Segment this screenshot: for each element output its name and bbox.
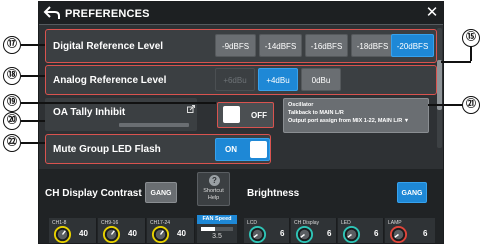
scrollbar[interactable] bbox=[437, 28, 442, 148]
analog-ref-option-plus6: +6dBu bbox=[215, 68, 255, 91]
mute-group-led-label: Mute Group LED Flash bbox=[53, 144, 161, 155]
knob-value: 40 bbox=[128, 229, 137, 238]
shortcut-help-button[interactable]: ? Shortcut Help bbox=[197, 172, 230, 206]
oscillator-title: Oscillator bbox=[288, 102, 314, 108]
fan-speed-fill bbox=[201, 227, 216, 231]
fan-speed-control[interactable]: FAN Speed 3.5 bbox=[197, 215, 237, 243]
knob-value: 6 bbox=[327, 229, 332, 238]
fan-speed-label: FAN Speed bbox=[197, 215, 237, 224]
callout-19: ⑲ bbox=[3, 94, 21, 112]
knob-dial-icon bbox=[248, 225, 267, 243]
ch-display-contrast-label: CH Display Contrast bbox=[45, 188, 142, 199]
mute-group-led-state: ON bbox=[225, 145, 237, 154]
ch-display-gang-button[interactable]: GANG bbox=[145, 182, 177, 203]
external-link-icon[interactable] bbox=[187, 105, 195, 113]
knob-dial-icon bbox=[53, 225, 72, 243]
callout-15: ⑮ bbox=[462, 29, 480, 47]
callout-20-leader bbox=[21, 120, 45, 122]
callout-21: ㉑ bbox=[462, 96, 480, 114]
analog-ref-option-plus4[interactable]: +4dBu bbox=[258, 68, 298, 91]
toggle-knob bbox=[223, 106, 240, 123]
oa-tally-toggle[interactable]: OFF bbox=[217, 102, 274, 128]
scrollbar-thumb[interactable] bbox=[437, 60, 442, 110]
analog-ref-option-0[interactable]: 0dBu bbox=[301, 68, 341, 91]
digital-ref-option-16[interactable]: -16dBFS bbox=[305, 34, 348, 57]
oscillator-output-assign: Output port assign from MIX 1-22, MAIN L… bbox=[288, 118, 410, 124]
knob-value: 6 bbox=[374, 229, 379, 238]
digital-ref-option-20[interactable]: -20dBFS bbox=[391, 34, 434, 57]
oa-tally-inhibit-label: OA Tally Inhibit bbox=[53, 107, 126, 118]
callout-22-leader bbox=[21, 142, 45, 144]
digital-ref-option-18[interactable]: -18dBFS bbox=[351, 34, 394, 57]
callout-18-leader bbox=[21, 75, 45, 77]
toggle-knob bbox=[250, 141, 267, 158]
callout-20: ⑳ bbox=[3, 112, 21, 130]
brightness-label: Brightness bbox=[247, 188, 300, 199]
brightness-knob-ch-display[interactable]: CH Display 6 bbox=[291, 218, 337, 243]
analog-reference-level-label: Analog Reference Level bbox=[53, 75, 167, 86]
callout-18: ⑱ bbox=[3, 67, 21, 85]
knob-dial-icon bbox=[102, 225, 121, 243]
oa-tally-state: OFF bbox=[251, 111, 267, 120]
callout-15-leader-h bbox=[441, 61, 471, 63]
contrast-knob-ch17-24[interactable]: CH17-24 40 bbox=[147, 218, 195, 243]
dialog-title: PREFERENCES bbox=[65, 8, 150, 20]
knob-dial-icon bbox=[295, 225, 314, 243]
digital-reference-level-label: Digital Reference Level bbox=[53, 41, 164, 52]
shortcut-label: Shortcut bbox=[203, 188, 224, 194]
brightness-knob-led[interactable]: LED 6 bbox=[338, 218, 384, 243]
callout-15-leader bbox=[470, 47, 472, 61]
help-label: Help bbox=[207, 195, 220, 201]
oscillator-talkback: Talkback to MAIN L/R bbox=[288, 110, 344, 116]
callout-19-leader bbox=[21, 102, 216, 104]
oscillator-panel[interactable]: Oscillator Talkback to MAIN L/R Output p… bbox=[283, 98, 429, 133]
back-arrow-icon[interactable] bbox=[43, 5, 61, 21]
oa-tally-progress bbox=[119, 123, 189, 127]
close-icon[interactable]: ✕ bbox=[423, 4, 441, 22]
knob-value: 40 bbox=[177, 229, 186, 238]
help-icon: ? bbox=[209, 175, 220, 186]
title-bar: PREFERENCES ✕ bbox=[39, 2, 443, 25]
knob-value: 6 bbox=[423, 229, 428, 238]
knob-value: 6 bbox=[280, 229, 285, 238]
fan-speed-track bbox=[201, 227, 233, 231]
knob-dial-icon bbox=[342, 225, 361, 243]
brightness-knob-lamp[interactable]: LAMP 6 bbox=[385, 218, 435, 243]
knob-value: 40 bbox=[79, 229, 88, 238]
knob-dial-icon bbox=[151, 225, 170, 243]
callout-17-leader bbox=[21, 44, 45, 46]
contrast-knob-ch9-16[interactable]: CH9-16 40 bbox=[98, 218, 146, 243]
callout-17: ⑰ bbox=[3, 36, 21, 54]
brightness-knob-lcd[interactable]: LCD 6 bbox=[244, 218, 290, 243]
knob-dial-icon bbox=[389, 225, 408, 243]
fan-speed-value: 3.5 bbox=[212, 233, 222, 240]
brightness-gang-button[interactable]: GANG bbox=[397, 182, 427, 203]
digital-ref-option-14[interactable]: -14dBFS bbox=[259, 34, 302, 57]
digital-ref-option-9[interactable]: -9dBFS bbox=[215, 34, 256, 57]
callout-21-leader bbox=[428, 104, 462, 106]
contrast-knob-ch1-8[interactable]: CH1-8 40 bbox=[49, 218, 97, 243]
callout-22: ㉒ bbox=[3, 134, 21, 152]
preferences-dialog: PREFERENCES ✕ Digital Reference Level -9… bbox=[38, 1, 444, 244]
mute-group-led-toggle[interactable]: ON bbox=[215, 138, 270, 161]
